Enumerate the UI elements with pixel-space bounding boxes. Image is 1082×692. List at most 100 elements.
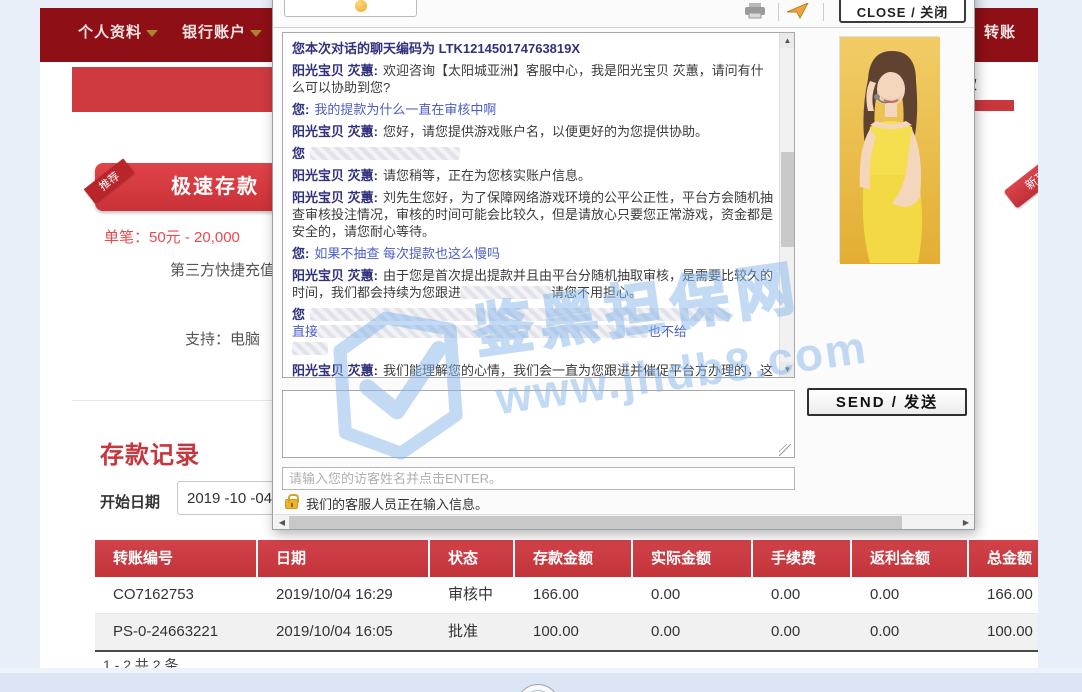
table-header-cell: 实际金额 (633, 540, 753, 577)
toolbar-separator-2 (823, 3, 824, 21)
chat-toolbar-input[interactable] (284, 0, 417, 17)
message-sender-label: 阳光宝贝 苂蕙: (292, 168, 378, 183)
scroll-down-icon[interactable]: ▼ (780, 362, 795, 377)
table-cell: 2019/10/04 16:05 (258, 614, 430, 650)
emoji-icon (355, 0, 367, 12)
chat-horizontal-scrollbar[interactable]: ◀ ▶ (274, 514, 974, 530)
table-cell: 0.00 (753, 577, 852, 613)
message-sender-label: 您: (292, 102, 309, 117)
message-sender-label: 您 (292, 146, 305, 161)
redacted-text (318, 325, 648, 338)
hscrollbar-thumb[interactable] (289, 516, 902, 530)
nav-item-label: 个人资料 (78, 24, 142, 41)
message-text: 我的提款为什么一直在审核中啊 (314, 102, 496, 117)
redacted-text (310, 147, 460, 160)
scroll-right-icon[interactable]: ▶ (958, 515, 974, 530)
deposit-records-title: 存款记录 (100, 435, 200, 470)
redacted-text (292, 342, 328, 355)
agent-photo (839, 36, 939, 263)
toolbar-divider (273, 27, 975, 28)
guest-name-input[interactable] (282, 467, 795, 490)
table-cell: 0.00 (852, 614, 969, 650)
message-text: 您本次对话的聊天编码为 LTK121450174763819X (292, 41, 580, 56)
section-divider (72, 400, 272, 401)
table-cell: 166.00 (515, 577, 633, 613)
table-header-cell: 日期 (258, 540, 430, 577)
table-cell: 审核中 (430, 577, 515, 613)
table-header-cell: 状态 (430, 540, 515, 577)
start-date-input[interactable] (177, 481, 287, 515)
start-date-label: 开始日期 (100, 491, 160, 512)
table-cell: 100.00 (515, 614, 633, 650)
chat-message: 阳光宝贝 苂蕙:我们能理解您的心情，我们会一直为您跟进并催促平台方办理的，这点请… (292, 362, 774, 378)
chat-message: 您直接也不给 (292, 306, 774, 357)
nav-item-label: 转账 (984, 24, 1016, 41)
table-header-cell: 转账编号 (95, 540, 258, 577)
redacted-text (461, 286, 551, 299)
table-header-cell: 存款金额 (515, 540, 633, 577)
textarea-resize-grip[interactable] (779, 444, 791, 456)
chat-log-panel[interactable]: 您本次对话的聊天编码为 LTK121450174763819X 阳光宝贝 苂蕙:欢… (282, 32, 795, 378)
scroll-up-icon[interactable]: ▲ (780, 33, 795, 48)
chat-message: 您: 如果不抽查 每次提款也这么慢吗 (292, 245, 774, 262)
page-left-margin (0, 0, 40, 692)
chat-messages: 您本次对话的聊天编码为 LTK121450174763819X 阳光宝贝 苂蕙:欢… (283, 33, 778, 378)
table-cell: 0.00 (852, 577, 969, 613)
deposit-records-table: 转账编号日期状态存款金额实际金额手续费返利金额总金额CO71627532019/… (95, 540, 1050, 652)
deposit-limit-text: 单笔：50元 - 20,000 (104, 226, 240, 247)
deposit-support-text: 支持：电脑 (185, 328, 260, 349)
promo-banner (72, 67, 272, 112)
message-text: 如果不抽查 每次提款也这么慢吗 (314, 246, 500, 261)
chevron-down-icon (250, 30, 262, 37)
lock-icon (285, 499, 298, 509)
table-header-cell: 手续费 (753, 540, 852, 577)
chevron-down-icon (146, 30, 158, 37)
redacted-text (310, 308, 730, 321)
table-cell: 批准 (430, 614, 515, 650)
message-sender-label: 阳光宝贝 苂蕙: (292, 190, 378, 205)
deposit-method-text: 第三方快捷充值 (170, 259, 275, 280)
message-sender-label: 阳光宝贝 苂蕙: (292, 63, 378, 78)
nav-item-3[interactable]: 转账 (984, 21, 1016, 42)
chat-message: 阳光宝贝 苂蕙:欢迎咨询【太阳城亚洲】客服中心，我是阳光宝贝 苂蕙，请问有什么可… (292, 62, 774, 96)
chat-message: 您: 我的提款为什么一直在审核中啊 (292, 101, 774, 118)
table-header-cell: 返利金额 (852, 540, 969, 577)
table-cell: 0.00 (753, 614, 852, 650)
message-sender-label: 阳光宝贝 苂蕙: (292, 124, 378, 139)
chat-message: 阳光宝贝 苂蕙:由于您是首次提出提款并且由平台分随机抽取审核，是需要比较久的时间… (292, 267, 774, 301)
message-sender-label: 您 (292, 307, 305, 322)
nav-item-1[interactable]: 个人资料 (78, 21, 158, 42)
message-text: 直接 (292, 324, 318, 339)
table-row: PS-0-246632212019/10/04 16:05批准100.000.0… (95, 614, 1050, 652)
screen: 个人资料银行账户转账 款 极速存款 推荐 单笔：50元 - 20,000 第三方… (0, 0, 1082, 692)
chat-message: 您本次对话的聊天编码为 LTK121450174763819X (292, 40, 774, 57)
page-right-margin (1038, 0, 1082, 692)
scrollbar-thumb[interactable] (781, 152, 794, 247)
message-sender-label: 您: (292, 246, 309, 261)
message-text: 请您稍等，正在为您核实账户信息。 (383, 168, 591, 183)
paper-plane-icon[interactable] (787, 3, 809, 24)
typing-status-text: 我们的客服人员正在输入信息。 (306, 494, 488, 513)
livechat-window: CLOSE / 关闭 您本次对话的聊天编码为 LTK12145017476381… (272, 0, 975, 530)
chat-message: 阳光宝贝 苂蕙:刘先生您好，为了保障网络游戏环境的公平公正性，平台方会随机抽查审… (292, 189, 774, 240)
chat-vertical-scrollbar[interactable]: ▲ ▼ (779, 33, 794, 377)
chat-message: 阳光宝贝 苂蕙: 您好，请您提供游戏账户名，以便更好的为您提供协助。 (292, 123, 774, 140)
table-cell: 0.00 (633, 577, 753, 613)
table-row: CO71627532019/10/04 16:29审核中166.000.000.… (95, 577, 1050, 614)
message-text: 您好，请您提供游戏账户名，以便更好的为您提供协助。 (383, 124, 708, 139)
table-cell: CO7162753 (95, 577, 258, 613)
printer-icon[interactable] (743, 3, 767, 24)
table-cell: 0.00 (633, 614, 753, 650)
table-header-row: 转账编号日期状态存款金额实际金额手续费返利金额总金额 (95, 540, 1050, 577)
nav-item-2[interactable]: 银行账户 (182, 21, 262, 42)
nav-item-label: 银行账户 (182, 24, 246, 41)
message-sender-label: 阳光宝贝 苂蕙: (292, 268, 378, 283)
send-button[interactable]: SEND / 发送 (807, 388, 967, 416)
chat-message-textarea[interactable] (282, 390, 795, 458)
close-button[interactable]: CLOSE / 关闭 (839, 0, 966, 23)
chat-message: 阳光宝贝 苂蕙: 请您稍等，正在为您核实账户信息。 (292, 167, 774, 184)
table-cell: PS-0-24663221 (95, 614, 258, 650)
table-cell: 2019/10/04 16:29 (258, 577, 430, 613)
scroll-left-icon[interactable]: ◀ (274, 515, 290, 530)
toolbar-separator (778, 3, 779, 21)
